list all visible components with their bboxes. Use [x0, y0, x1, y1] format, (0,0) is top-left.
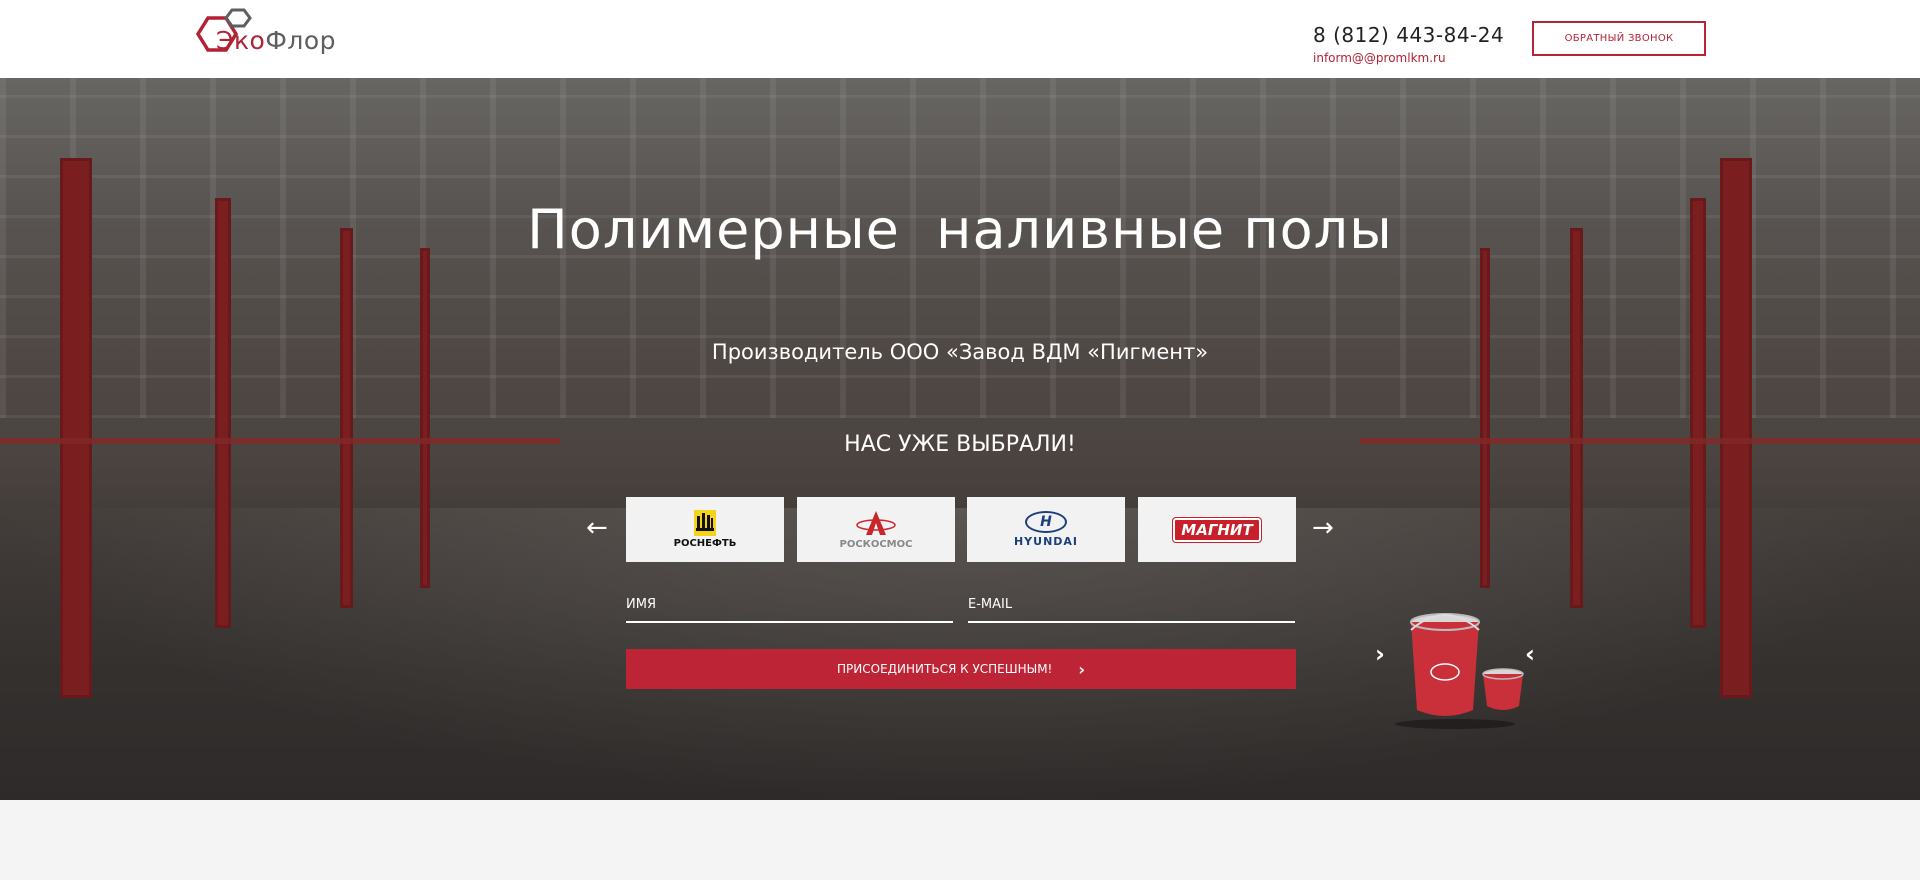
client-card-magnit[interactable]: МАГНИТ [1138, 497, 1296, 562]
submit-label: ПРИСОЕДИНИТЬСЯ К УСПЕШНЫМ! [837, 662, 1053, 676]
site-header: ЭкоФлор 8 (812) 443-84-24 inform@@promlk… [0, 0, 1920, 78]
logo-text: ЭкоФлор [216, 26, 336, 55]
email-input[interactable] [968, 587, 1295, 621]
name-field[interactable] [626, 587, 953, 623]
factory-pillar [215, 198, 231, 628]
client-card-hyundai[interactable]: H HYUNDAI [967, 497, 1125, 562]
client-card-roscosmos[interactable]: РОСКОСМОС [797, 497, 955, 562]
chevron-right-icon: › [1078, 659, 1085, 679]
hero-subtitle: Производитель ООО «Завод ВДМ «Пигмент» [711, 340, 1209, 364]
header-phone[interactable]: 8 (812) 443-84-24 [1313, 23, 1504, 47]
magnit-logo-icon: МАГНИТ [1173, 517, 1261, 542]
client-card-rosneft[interactable]: РОСНЕФТЬ [626, 497, 784, 562]
product-bucket-image [1395, 610, 1565, 730]
hyundai-logo-icon: H [1025, 511, 1067, 533]
factory-pillar [1570, 228, 1583, 608]
logo-text-flor: Флор [265, 26, 337, 55]
hero-section: Полимерные наливные полы Производитель О… [0, 78, 1920, 800]
product-next-arrow-icon[interactable]: › [1375, 640, 1385, 668]
rosneft-logo-icon [694, 510, 716, 536]
clients-next-arrow-icon[interactable]: → [1312, 515, 1334, 541]
callback-button[interactable]: ОБРАТНЫЙ ЗВОНОК [1532, 21, 1706, 56]
hero-title: Полимерные наливные полы [527, 198, 1393, 261]
factory-pillar [1690, 198, 1706, 628]
client-name: РОСНЕФТЬ [673, 538, 737, 549]
name-input[interactable] [626, 587, 953, 621]
roscosmos-logo-icon [856, 511, 896, 535]
client-name: РОСКОСМОС [839, 539, 913, 550]
next-section-strip [0, 800, 1920, 880]
paint-bucket-icon [1395, 613, 1524, 729]
join-submit-button[interactable]: ПРИСОЕДИНИТЬСЯ К УСПЕШНЫМ! › [626, 649, 1296, 689]
factory-pillar [340, 228, 353, 608]
logo-text-eco: Эко [216, 26, 266, 55]
clients-title: НАС УЖЕ ВЫБРАЛИ! [844, 432, 1076, 457]
client-name: HYUNDAI [1013, 535, 1079, 548]
clients-prev-arrow-icon[interactable]: ← [586, 515, 608, 541]
factory-pillar [420, 248, 430, 588]
site-logo[interactable]: ЭкоФлор [188, 8, 348, 70]
header-email[interactable]: inform@@promlkm.ru [1313, 51, 1446, 65]
factory-pillar [1480, 248, 1490, 588]
email-field[interactable] [968, 587, 1295, 623]
